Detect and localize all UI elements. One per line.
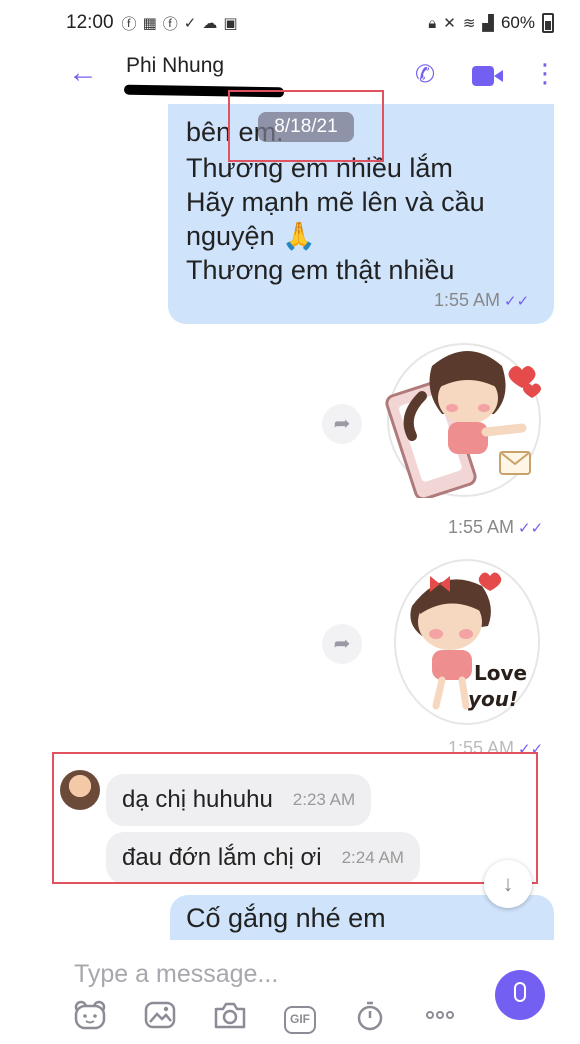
chat-screen: 12:00 ⓕ ▦ ⓕ ✓ ☁ ▣ 🔒︎ ✕ ≋ ▟ 60% ← Phi Nhu… [0, 0, 580, 1044]
read-ticks-icon: ✓✓ [518, 520, 544, 537]
sticker-icon[interactable] [72, 1000, 108, 1032]
timestamp-text: 1:55 AM [448, 517, 515, 537]
sticker-caption-you: you! [468, 687, 518, 711]
highlight-box [228, 90, 384, 162]
message-text: Cố gắng nhé em [186, 903, 386, 933]
message-timestamp: 1:55 AM ✓✓ [448, 517, 543, 538]
more-horizontal-icon[interactable] [422, 1000, 458, 1032]
read-ticks-icon: ✓✓ [504, 293, 530, 310]
composer-bar: GIF [0, 940, 580, 1044]
phone-icon[interactable]: ✆ [415, 60, 435, 89]
voice-message-button[interactable] [495, 970, 545, 1020]
video-icon[interactable] [472, 66, 504, 86]
timestamp-text: 1:55 AM [434, 290, 501, 310]
scroll-down-button[interactable]: ↓ [484, 860, 532, 908]
download-done-icon: ✓ [183, 15, 197, 32]
share-icon[interactable]: ➦ [322, 404, 362, 444]
share-icon[interactable]: ➦ [322, 624, 362, 664]
signal-icon: ▟ [482, 15, 494, 32]
status-bar: 12:00 ⓕ ▦ ⓕ ✓ ☁ ▣ 🔒︎ ✕ ≋ ▟ 60% [0, 0, 580, 46]
calendar-icon: ▦ [142, 15, 157, 32]
camera-icon[interactable] [212, 1000, 248, 1032]
sticker-girl-phone[interactable] [382, 336, 542, 501]
message-line: Hãy mạnh mẽ lên và cầu [186, 187, 485, 217]
message-line: Thương em thật nhiều [186, 255, 455, 285]
sticker-caption-love: Love [474, 661, 527, 685]
contact-name[interactable]: Phi Nhung [126, 54, 224, 78]
highlight-box [52, 752, 538, 884]
more-vertical-icon[interactable]: ⋮ [532, 58, 558, 89]
gallery-icon[interactable] [142, 1000, 178, 1032]
sticker-love-you[interactable]: Love you! [392, 556, 542, 726]
gif-label: GIF [284, 1006, 316, 1034]
back-arrow-icon[interactable]: ← [68, 56, 98, 90]
status-time: 12:00 [66, 12, 114, 33]
facebook-icon: ⓕ [162, 15, 178, 33]
sticker-love-you-art: Love you! [394, 559, 540, 725]
status-right-icons: 🔒︎ ✕ ≋ ▟ 60% [428, 13, 554, 33]
facebook-icon: ⓕ [121, 15, 137, 33]
status-left-icons: ⓕ ▦ ⓕ ✓ ☁ ▣ [122, 13, 238, 34]
battery-percent: 60% [500, 13, 535, 32]
lock-icon: 🔒︎ [428, 14, 437, 32]
message-timestamp: 1:55 AM ✓✓ [434, 290, 529, 311]
wifi-icon: ≋ [462, 15, 476, 32]
sticker-girl-phone-art [385, 343, 541, 501]
timer-icon[interactable] [352, 1000, 388, 1032]
battery-icon [542, 13, 554, 33]
screenshot-icon: ▣ [223, 15, 238, 32]
cloud-icon: ☁ [202, 15, 218, 32]
microphone-icon [514, 982, 526, 1002]
mute-icon: ✕ [443, 15, 456, 32]
message-line: nguyện 🙏 [186, 221, 316, 251]
message-input[interactable] [74, 956, 474, 992]
chevron-down-icon: ↓ [502, 871, 514, 896]
gif-icon[interactable]: GIF [282, 1000, 318, 1034]
